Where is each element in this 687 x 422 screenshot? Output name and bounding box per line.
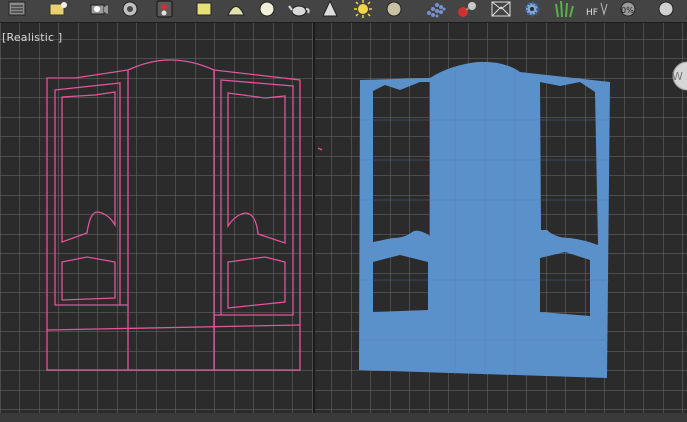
viewport[interactable]: W [0, 23, 687, 415]
render-setup-icon[interactable] [48, 0, 68, 19]
layers-icon[interactable] [6, 0, 26, 19]
render-icon[interactable] [120, 0, 140, 19]
hair-fur-icon[interactable]: HF [584, 0, 608, 19]
molecule-icon[interactable] [456, 0, 476, 19]
nav-gizmo-letter: W [672, 70, 683, 83]
bottom-bar [0, 413, 687, 422]
render-frame-icon[interactable] [88, 0, 108, 19]
shell-icon[interactable]: 0% [616, 0, 640, 19]
box-primitive-icon[interactable] [194, 0, 214, 19]
sphere-icon[interactable] [257, 0, 277, 19]
dome-light-icon[interactable] [226, 0, 246, 19]
hf-label: HF [586, 8, 598, 18]
envelope-shape-icon[interactable] [490, 0, 511, 19]
sun-icon[interactable] [352, 0, 372, 19]
gear-icon[interactable] [522, 0, 542, 19]
zero-x-label: 0% [621, 6, 634, 15]
cone-icon[interactable] [320, 0, 340, 19]
omni-light-icon[interactable] [384, 0, 404, 19]
sphere-button-icon[interactable] [656, 0, 676, 19]
main-toolbar: HF 0% [0, 0, 687, 23]
viewport-label[interactable]: [Realistic ] [2, 31, 62, 44]
teapot-icon[interactable] [288, 0, 310, 19]
viewport-canvas: W [0, 23, 687, 415]
grass-icon[interactable] [554, 0, 574, 19]
dots-grid-icon[interactable] [424, 0, 446, 19]
material-editor-icon[interactable] [154, 0, 174, 19]
